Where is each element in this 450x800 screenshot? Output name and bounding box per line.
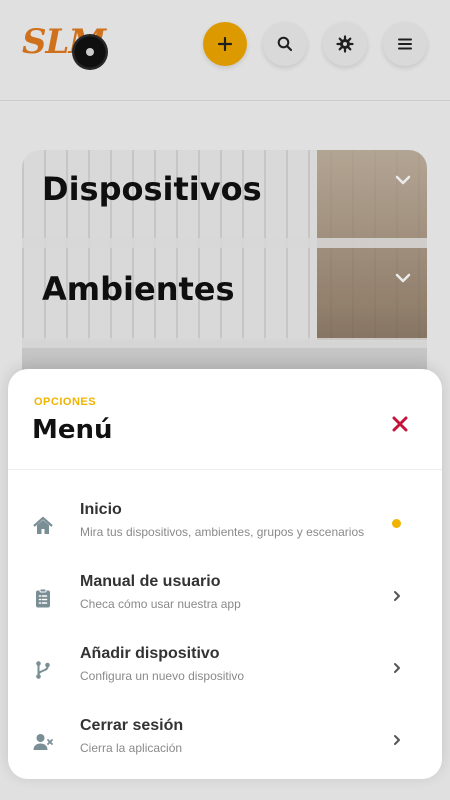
sheet-kicker: OPCIONES [34,396,97,408]
menu-item-title: Manual de usuario [80,573,221,590]
home-icon [30,513,56,539]
chevron-right-icon [394,735,400,745]
close-icon [392,416,408,432]
fork-icon [30,657,56,683]
menu-item-title: Inicio [80,501,122,518]
user-remove-icon [30,729,56,755]
menu-item-subtitle: Mira tus dispositivos, ambientes, grupos… [80,525,365,539]
menu-item-title: Añadir dispositivo [80,645,220,662]
chevron-right-icon [394,663,400,673]
close-button[interactable] [388,412,412,436]
menu-item-subtitle: Configura un nuevo dispositivo [80,669,245,683]
menu-sheet: OPCIONES Menú Inicio Mira tus dispositiv… [8,369,442,779]
menu-item-inicio[interactable]: Inicio Mira tus dispositivos, ambientes,… [8,501,442,561]
chevron-right-icon [394,591,400,601]
sheet-divider [8,469,442,470]
menu-item-anadir-dispositivo[interactable]: Añadir dispositivo Configura un nuevo di… [8,645,442,705]
menu-item-title: Cerrar sesión [80,717,184,734]
menu-item-subtitle: Cierra la aplicación [80,741,183,755]
menu-item-manual[interactable]: Manual de usuario Checa cómo usar nuestr… [8,573,442,633]
clipboard-icon [30,585,56,611]
sheet-title: Menú [32,415,113,445]
menu-item-subtitle: Checa cómo usar nuestra app [80,597,241,611]
menu-item-cerrar-sesion[interactable]: Cerrar sesión Cierra la aplicación [8,717,442,777]
active-dot-icon [392,519,401,528]
